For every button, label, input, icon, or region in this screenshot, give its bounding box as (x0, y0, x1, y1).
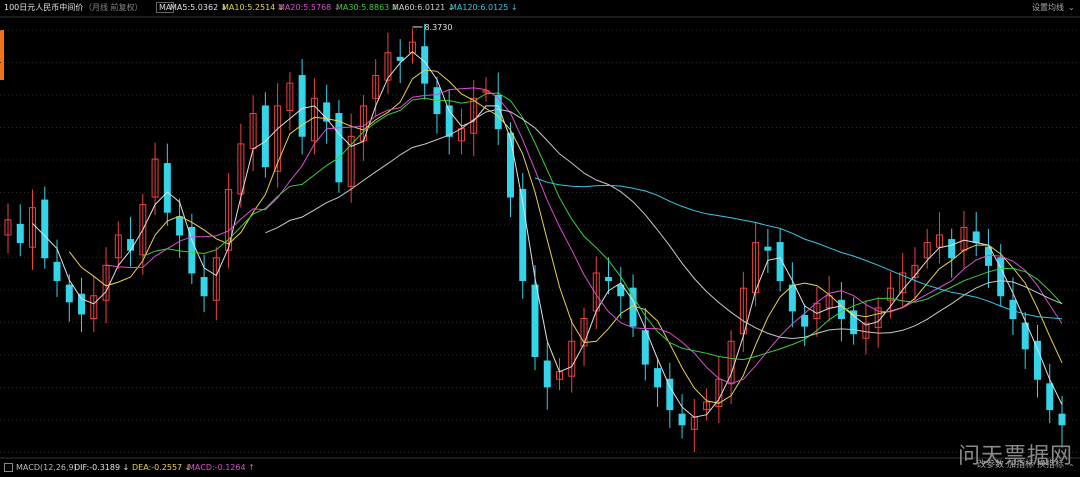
candle-body (176, 216, 184, 236)
candle-body (200, 277, 208, 297)
change-params-button[interactable]: 改参数 (974, 459, 1007, 472)
candle-body (972, 231, 980, 244)
add-indicator-button[interactable]: 加指标 (1004, 459, 1037, 472)
candle-body (801, 314, 809, 327)
macd-settings-icon[interactable] (4, 463, 13, 472)
candle-body (65, 284, 73, 303)
macd-label: MACD(12,26,9) (16, 463, 77, 472)
candle-body (1058, 413, 1066, 426)
candle-body (16, 223, 24, 244)
candle-body (53, 261, 61, 282)
macd-value-2: MACD:-0.1264 ↑ (188, 463, 255, 472)
macd-value-1: DEA:-0.2557 ↓ (132, 463, 192, 472)
candle-body (543, 360, 551, 388)
macd-bar: MACD(12,26,9) DIF:-0.3189 ↓ DEA:-0.2557 ↓… (0, 459, 1080, 477)
switch-indicator-button[interactable]: 换指标 (1034, 459, 1067, 472)
candle-body (948, 239, 956, 259)
candle-body (837, 299, 845, 320)
peak-value-label: 8.3730 (424, 23, 452, 32)
ma120-line (534, 177, 1063, 320)
candle-body (788, 284, 796, 312)
ma60-line (265, 108, 1063, 340)
chevron-up-icon[interactable]: ⌃ (1068, 459, 1075, 477)
macd-value-0: DIF:-0.3189 ↓ (74, 463, 130, 472)
ma10-line (68, 69, 1063, 404)
candle-body (654, 368, 662, 388)
candlestick-chart: 8.3730 (0, 16, 1080, 459)
